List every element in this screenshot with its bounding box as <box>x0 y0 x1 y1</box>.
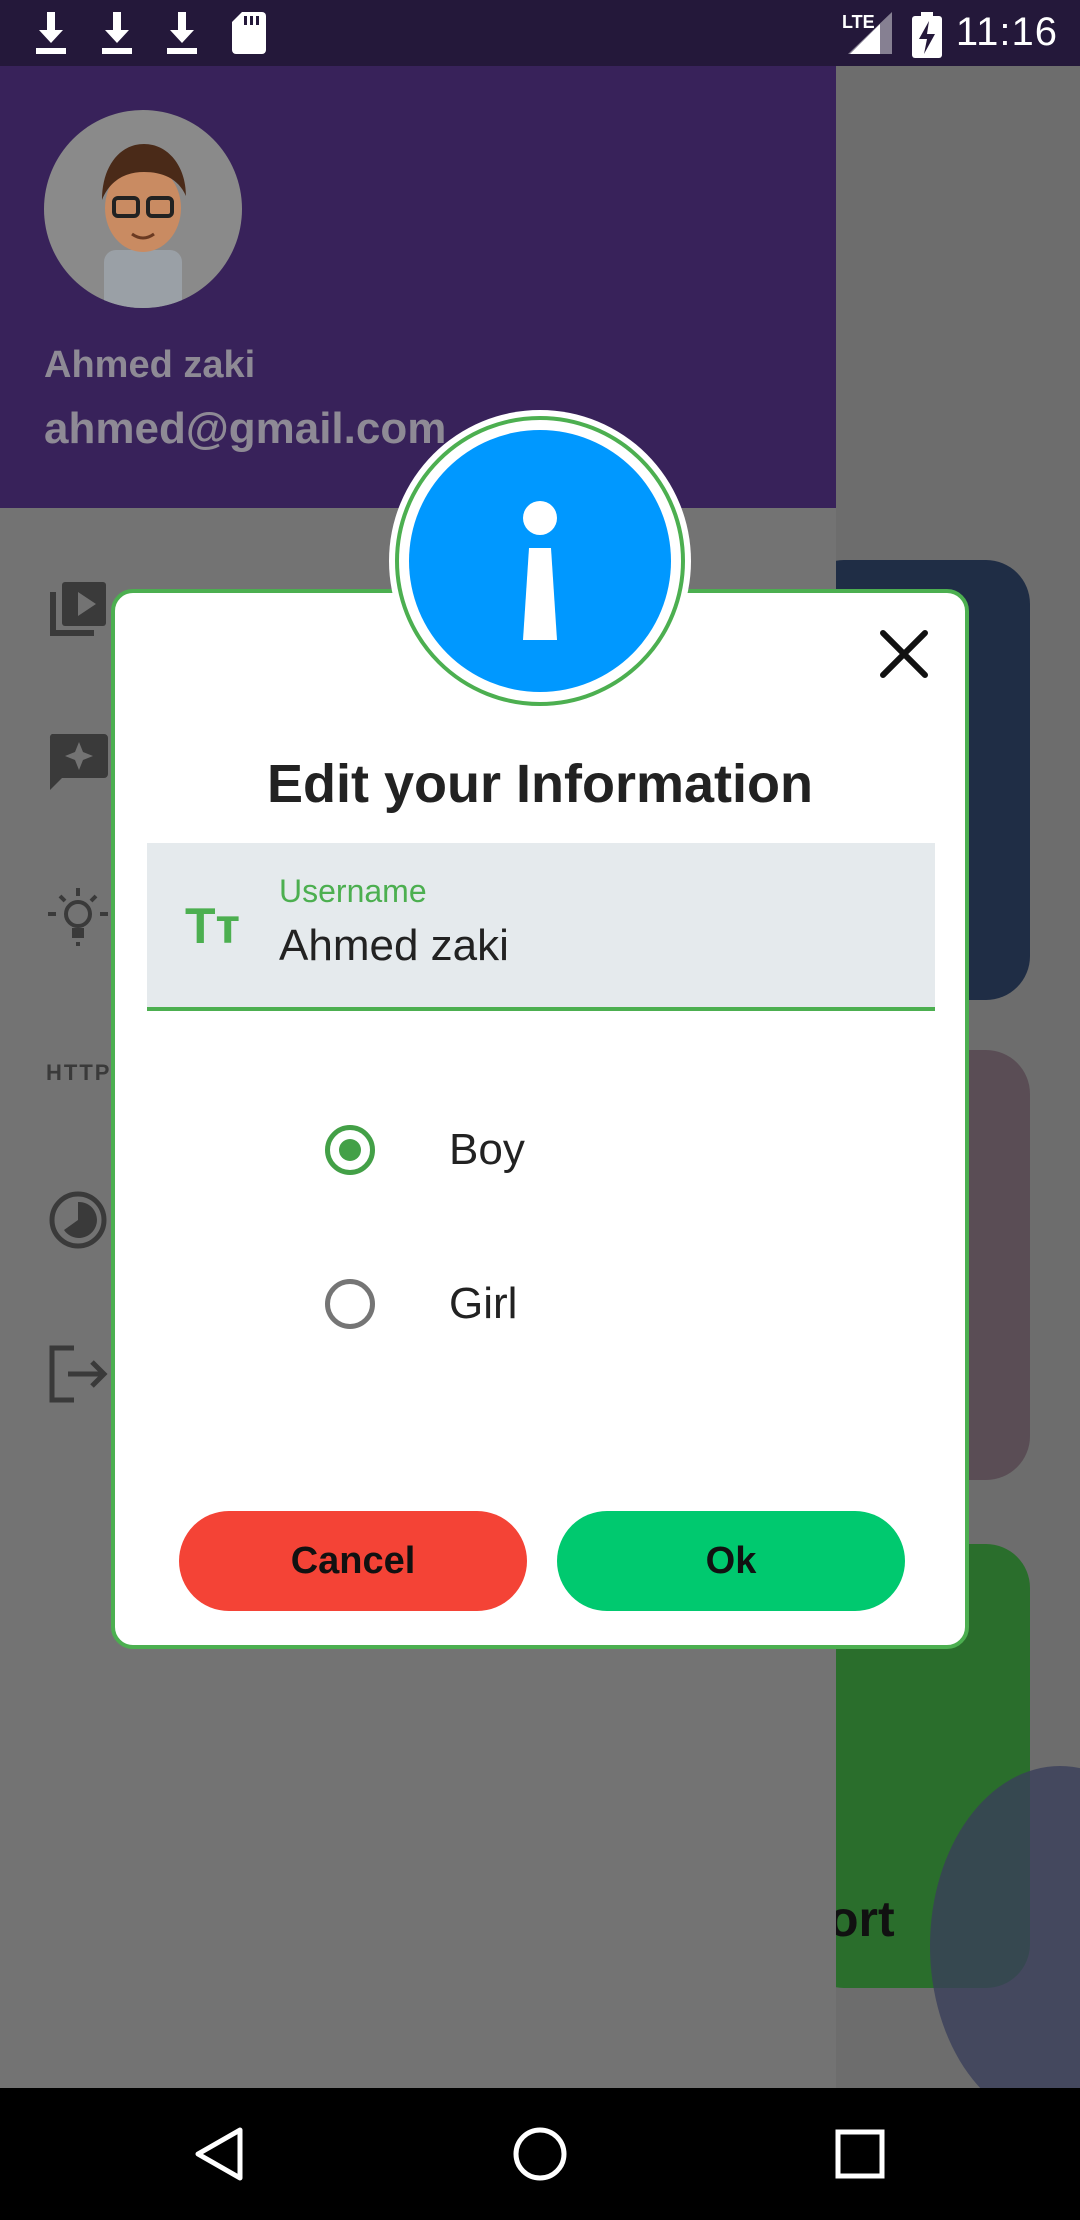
download-icon <box>167 12 197 54</box>
info-badge <box>389 410 691 712</box>
radio-option-boy[interactable]: Boy <box>325 1099 725 1199</box>
radio-dot <box>339 1139 361 1161</box>
dialog-title: Edit your Information <box>267 754 813 814</box>
battery-charging-icon <box>912 12 942 58</box>
signal-icon <box>848 12 892 54</box>
info-glyph <box>523 501 557 640</box>
info-badge-ring <box>395 416 685 706</box>
radio-label-girl: Girl <box>449 1279 518 1328</box>
back-icon[interactable] <box>190 2124 250 2184</box>
status-time: 11:16 <box>955 10 1058 54</box>
radio-option-girl[interactable]: Girl <box>325 1253 725 1353</box>
radio-label-boy: Boy <box>449 1125 525 1174</box>
navigation-bar <box>0 2088 1080 2220</box>
username-field[interactable]: Tт Username Ahmed zaki <box>147 843 935 1011</box>
radio-button-checked[interactable] <box>325 1125 375 1175</box>
screen: LTE 11:16 ort Ahmed zaki ahmed@gmail.com… <box>0 0 1080 2220</box>
status-bar: LTE 11:16 <box>0 0 1080 66</box>
home-icon[interactable] <box>510 2124 570 2184</box>
cancel-button[interactable]: Cancel <box>179 1511 527 1611</box>
ok-button[interactable]: Ok <box>557 1511 905 1611</box>
username-input[interactable]: Ahmed zaki <box>279 921 509 971</box>
text-fields-icon: Tт <box>185 898 241 954</box>
close-icon[interactable] <box>875 625 933 683</box>
recents-icon[interactable] <box>830 2124 890 2184</box>
radio-button-unchecked[interactable] <box>325 1279 375 1329</box>
download-icon <box>102 12 132 54</box>
sd-card-icon <box>232 12 266 54</box>
username-label: Username <box>279 873 427 909</box>
edit-info-dialog: Edit your Information Tт Username Ahmed … <box>111 589 969 1649</box>
info-icon <box>409 430 671 692</box>
download-icon <box>36 12 66 54</box>
